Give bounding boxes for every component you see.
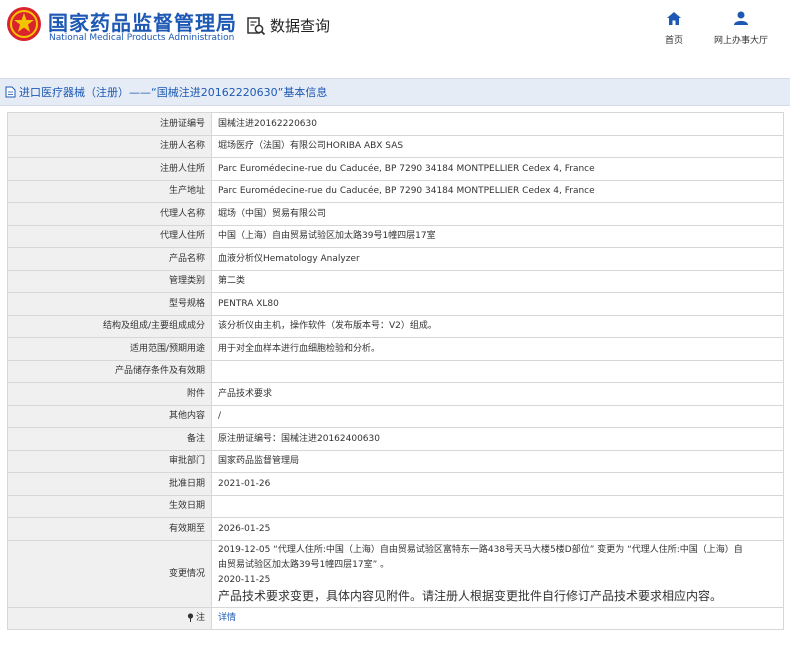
field-value: [211, 494, 784, 518]
field-label: 注册证编号: [7, 112, 212, 136]
field-label: 有效期至: [7, 517, 212, 541]
site-name-cn[interactable]: 国家药品监督管理局: [48, 7, 237, 36]
field-label: 附件: [7, 382, 212, 406]
home-icon: [667, 12, 681, 25]
field-label: 批准日期: [7, 472, 212, 496]
field-label: 注册人名称: [7, 134, 212, 158]
data-query-link[interactable]: 数据查询: [246, 15, 330, 36]
field-value: Parc Euromédecine-rue du Caducée, BP 729…: [211, 157, 784, 181]
table-row: 型号规格 PENTRA XL80: [7, 292, 784, 316]
field-value: 2026-01-25: [211, 517, 784, 541]
field-label: 审批部门: [7, 449, 212, 473]
page-title: 进口医疗器械（注册）——“国械注进20162220630”基本信息: [19, 86, 328, 99]
change-history-row: 变更情况 2019-12-05 “代理人住所:中国（上海）自由贸易试验区富特东一路…: [7, 539, 784, 608]
field-label: 产品名称: [7, 247, 212, 271]
note-label: 注: [195, 613, 205, 624]
nav-service-button[interactable]: 网上办事大厅: [710, 10, 772, 46]
field-label: 结构及组成/主要组成成分: [7, 314, 212, 338]
table-row: 注册人名称 堀场医疗（法国）有限公司HORIBA ABX SAS: [7, 134, 784, 158]
table-row: 适用范围/预期用途 用于对全血样本进行血细胞检验和分析。: [7, 337, 784, 361]
table-row: 批准日期 2021-01-26: [7, 472, 784, 496]
field-value: 国械注进20162220630: [211, 112, 784, 136]
field-label: 型号规格: [7, 292, 212, 316]
change-history-value: 2019-12-05 “代理人住所:中国（上海）自由贸易试验区富特东一路438号…: [211, 539, 784, 608]
emblem-icon: [7, 7, 41, 41]
field-value: 原注册证编号：国械注进20162400630: [211, 427, 784, 451]
table-row: 备注 原注册证编号：国械注进20162400630: [7, 427, 784, 451]
note-row: 注 详情: [7, 606, 784, 630]
table-row: 代理人住所 中国（上海）自由贸易试验区加太路39号1幢四层17室: [7, 224, 784, 248]
user-icon: [734, 11, 748, 25]
field-label: 管理类别: [7, 269, 212, 293]
field-label: 生效日期: [7, 494, 212, 518]
table-row: 产品储存条件及有效期: [7, 359, 784, 383]
field-value: [211, 359, 784, 383]
field-value: 第二类: [211, 269, 784, 293]
field-label: 产品储存条件及有效期: [7, 359, 212, 383]
document-icon: [5, 86, 16, 98]
table-row: 生产地址 Parc Euromédecine-rue du Caducée, BP…: [7, 179, 784, 203]
table-row: 注册证编号 国械注进20162220630: [7, 112, 784, 136]
field-label: 生产地址: [7, 179, 212, 203]
nav-service-label: 网上办事大厅: [713, 36, 768, 46]
table-row: 产品名称 血液分析仪Hematology Analyzer: [7, 247, 784, 271]
field-label: 备注: [7, 427, 212, 451]
detail-title-bar: 进口医疗器械（注册）——“国械注进20162220630”基本信息: [0, 78, 790, 106]
table-row: 管理类别 第二类: [7, 269, 784, 293]
pin-icon: [187, 613, 194, 623]
table-row: 生效日期: [7, 494, 784, 518]
site-header: 国家药品监督管理局 National Medical Products Admi…: [0, 0, 790, 74]
field-value: PENTRA XL80: [211, 292, 784, 316]
table-row: 审批部门 国家药品监督管理局: [7, 449, 784, 473]
nav-home-label: 首页: [664, 36, 683, 46]
field-label: 代理人住所: [7, 224, 212, 248]
nav-home-button[interactable]: 首页: [659, 10, 689, 46]
table-row: 注册人住所 Parc Euromédecine-rue du Caducée, B…: [7, 157, 784, 181]
table-row: 有效期至 2026-01-25: [7, 517, 784, 541]
field-label: 注册人住所: [7, 157, 212, 181]
field-label: 变更情况: [7, 539, 212, 608]
field-value: 该分析仪由主机，操作软件（发布版本号：V2）组成。: [211, 314, 784, 338]
field-value: /: [211, 404, 784, 428]
detail-table: 注册证编号 国械注进20162220630 注册人名称 堀场医疗（法国）有限公司HOR…: [7, 112, 784, 630]
field-value: 血液分析仪Hematology Analyzer: [211, 247, 784, 271]
field-label: 其他内容: [7, 404, 212, 428]
field-value: 中国（上海）自由贸易试验区加太路39号1幢四层17室: [211, 224, 784, 248]
details-link[interactable]: 详情: [218, 613, 236, 623]
field-label: 适用范围/预期用途: [7, 337, 212, 361]
table-row: 代理人名称 堀场（中国）贸易有限公司: [7, 202, 784, 226]
change-entry-text: 由贸易试验区加太路39号1幢四层17室” 。: [218, 559, 390, 570]
change-entry-text: 2019-12-05 “代理人住所:中国（上海）自由贸易试验区富特东一路438号…: [218, 544, 743, 555]
change-entry-date: 2020-11-25: [218, 574, 271, 585]
table-row: 附件 产品技术要求: [7, 382, 784, 406]
table-row: 结构及组成/主要组成成分 该分析仪由主机，操作软件（发布版本号：V2）组成。: [7, 314, 784, 338]
site-name-en: National Medical Products Administration: [49, 33, 235, 43]
data-query-label: 数据查询: [270, 17, 331, 35]
search-document-icon: [247, 16, 266, 35]
table-row: 其他内容 /: [7, 404, 784, 428]
field-label: 代理人名称: [7, 202, 212, 226]
field-value: 2021-01-26: [211, 472, 784, 496]
field-value: 产品技术要求: [211, 382, 784, 406]
field-value: 堀场医疗（法国）有限公司HORIBA ABX SAS: [211, 134, 784, 158]
field-value: 用于对全血样本进行血细胞检验和分析。: [211, 337, 784, 361]
field-value: 国家药品监督管理局: [211, 449, 784, 473]
note-label-cell: 注: [7, 606, 212, 630]
field-value: 堀场（中国）贸易有限公司: [211, 202, 784, 226]
note-value: 详情: [211, 606, 784, 630]
field-value: Parc Euromédecine-rue du Caducée, BP 729…: [211, 179, 784, 203]
change-entry-text: 产品技术要求变更，具体内容见附件。请注册人根据变更批件自行修订产品技术要求相应内…: [218, 588, 723, 603]
